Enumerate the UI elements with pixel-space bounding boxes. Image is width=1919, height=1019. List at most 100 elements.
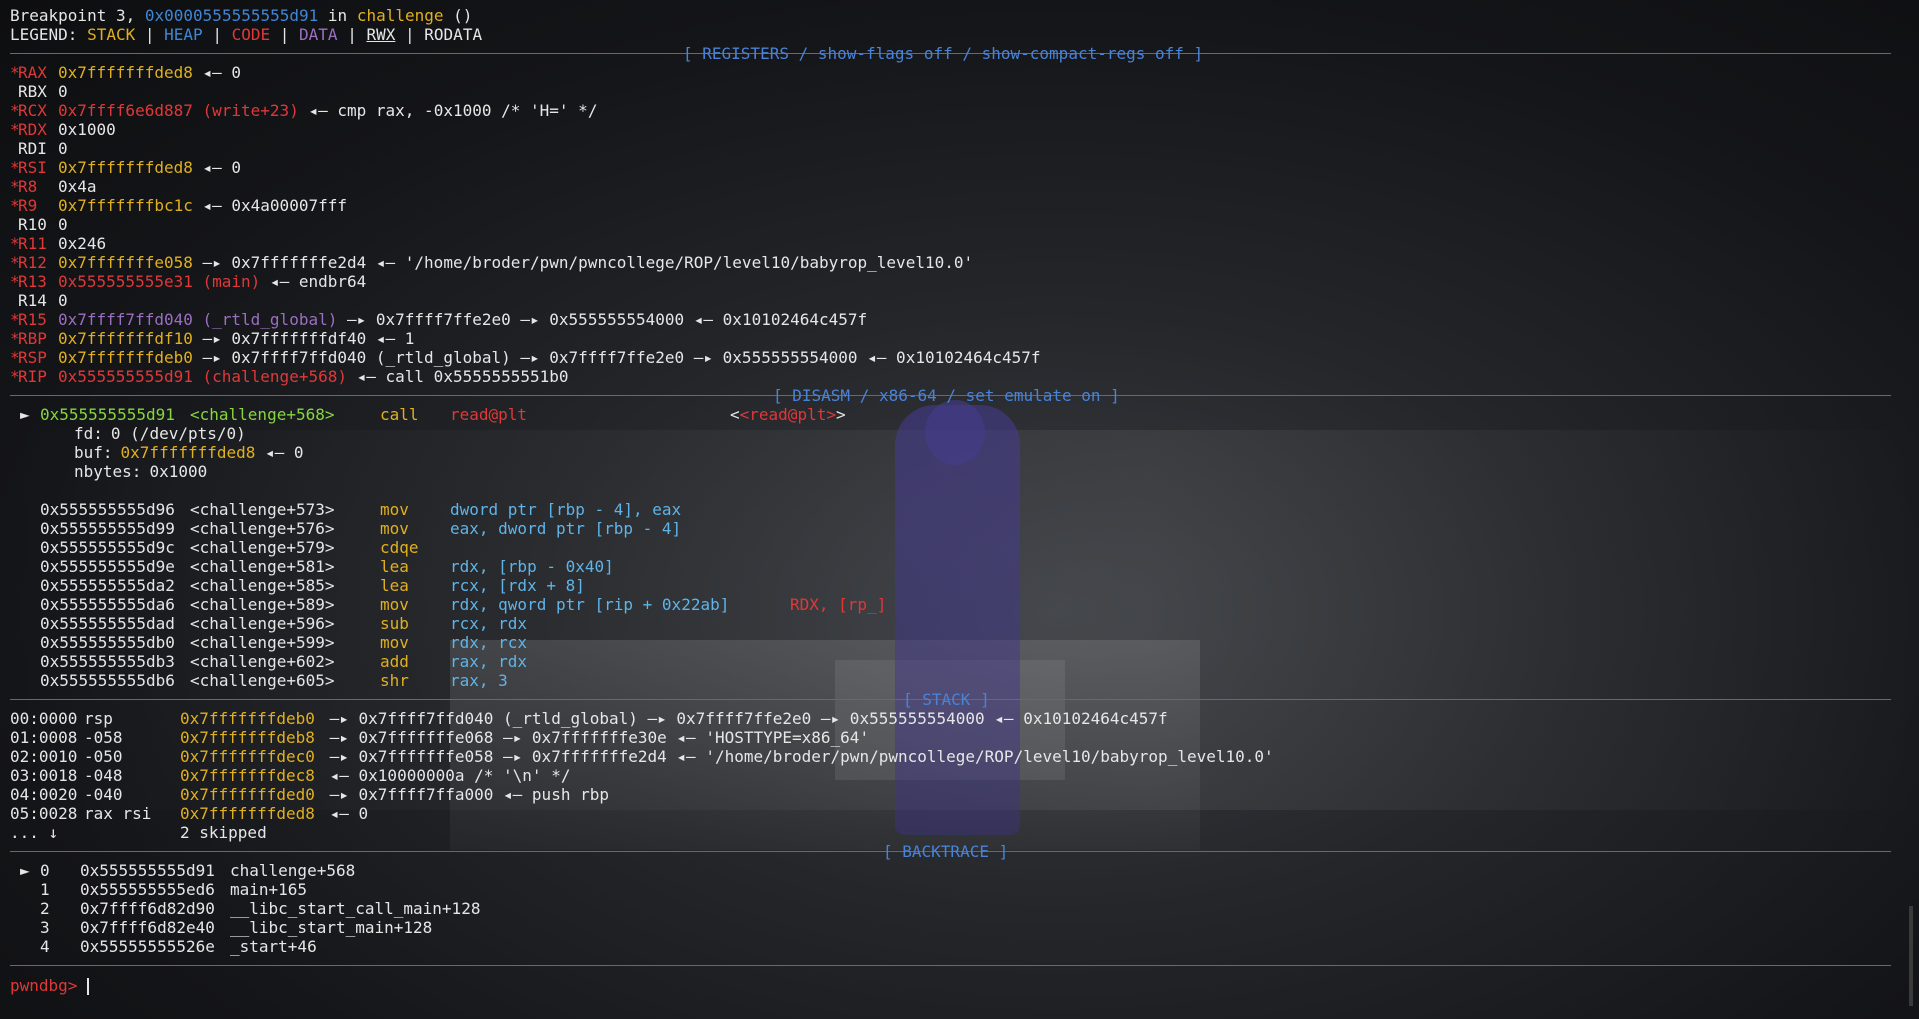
disasm-arg-row: nbytes: 0x1000 [10,462,1891,481]
stack-deref: —▸ 0x7fffffffe058 —▸ 0x7fffffffe2d4 ◂— '… [320,747,1274,766]
backtrace-sym: main+165 [230,880,308,899]
stack-offset: -050 [84,747,123,766]
scrollbar[interactable] [1909,906,1913,1006]
register-name: RSI [18,158,47,177]
stack-index: 04:0020 [10,785,78,804]
stack-index: 01:0008 [10,728,78,747]
disasm-ops: rax, rdx [450,652,528,671]
register-value: 0 [58,82,68,101]
backtrace-num: 2 [40,899,50,918]
disasm-addr: 0x555555555d9e [40,557,175,576]
disasm-arg-value: 0 (/dev/pts/0) [110,424,246,443]
register-name: RCX [18,101,47,120]
disasm-ops: rcx, rdx [450,614,528,633]
disasm-sym: <challenge+596> [190,614,335,633]
register-name: R12 [18,253,47,272]
disasm-ops: eax, dword ptr [rbp - 4] [450,519,682,538]
backtrace-sym: __libc_start_main+128 [230,918,433,937]
disasm-mnem: cdqe [380,538,419,557]
disasm-addr: 0x555555555d96 [40,500,175,519]
register-row: * R11 0x246 [10,234,1891,253]
disasm-current-sym: <challenge+568> [190,405,335,424]
register-name: RSP [18,348,47,367]
register-name: RIP [18,367,47,386]
register-value: 0x246 [58,234,107,253]
stack-deref: —▸ 0x7ffff7ffd040 (_rtld_global) —▸ 0x7f… [320,709,1168,728]
disasm-arg-name: nbytes: [74,462,142,481]
stack-row: 04:0020 -040 0x7fffffffded0 —▸ 0x7ffff7ffa… [10,785,1891,804]
disasm-arg-name: fd: [74,424,103,443]
disasm-rows: 0x555555555d96 <challenge+573> mov dword pt… [10,500,1891,690]
register-row: * RIP 0x555555555d91 (challenge+568) ◂— ca… [10,367,1891,386]
register-row: RDI 0 [10,139,1891,158]
disasm-sym: <challenge+599> [190,633,335,652]
disasm-arg-row: buf: 0x7fffffffded8 ◂— 0 [10,443,1891,462]
backtrace-sym: _start+46 [230,937,317,956]
register-name: R9 [18,196,38,215]
backtrace-addr: 0x555555555ed6 [80,880,215,899]
stack-deref: —▸ 0x7ffff7ffa000 ◂— push rbp [320,785,609,804]
backtrace-mark [20,918,30,937]
current-arrow-icon: ► [20,405,30,424]
register-value: 0 [58,215,68,234]
disasm-mnem: mov [380,519,409,538]
disasm-arg-value: 0x1000 [149,462,208,481]
disasm-current-mnem: call [380,405,419,424]
stack-separator: [ STACK ] [10,690,1891,709]
legend-heap: HEAP [164,25,203,44]
register-row: R14 0 [10,291,1891,310]
stack-addr: 0x7fffffffdec8 [180,766,315,785]
backtrace-num: 1 [40,880,50,899]
disasm-extra: RDX, [rp_] [790,595,887,614]
register-row: * RDX 0x1000 [10,120,1891,139]
disasm-arg-deref: ◂— 0 [255,443,304,462]
disasm-args: fd: 0 (/dev/pts/0) buf: 0x7fffffffded8 ◂— 0… [10,424,1891,481]
backtrace-row: ► 0 0x555555555d91 challenge+568 [10,861,1891,880]
backtrace-num: 4 [40,937,50,956]
disasm-sym: <challenge+589> [190,595,335,614]
stack-offset: -058 [84,728,123,747]
disasm-addr: 0x555555555da6 [40,595,175,614]
prompt-line[interactable]: pwndbg> [10,976,1891,995]
breakpoint-line: Breakpoint 3, 0x0000555555555d91 in chal… [10,6,1891,25]
register-row: * RSI 0x7fffffffded8 ◂— 0 [10,158,1891,177]
register-row: * RBP 0x7fffffffdf10 —▸ 0x7fffffffdf40 ◂— … [10,329,1891,348]
register-row: * RAX 0x7fffffffded8 ◂— 0 [10,63,1891,82]
register-value: 0x4a [58,177,97,196]
stack-index: 02:0010 [10,747,78,766]
stack-index: 03:0018 [10,766,78,785]
stack-offset: -040 [84,785,123,804]
terminal[interactable]: Breakpoint 3, 0x0000555555555d91 in chal… [10,6,1891,995]
registers-title: [ REGISTERS / show-flags off / show-comp… [683,44,1204,63]
disasm-sym: <challenge+581> [190,557,335,576]
breakpoint-in: in [327,6,348,25]
stack-deref: ◂— 0x10000000a /* '\n' */ [320,766,571,785]
backtrace-row: 1 0x555555555ed6 main+165 [10,880,1891,899]
breakpoint-prefix: Breakpoint 3, [10,6,136,25]
registers-panel: * RAX 0x7fffffffded8 ◂— 0 RBX 0 * RCX 0x7ffff6… [10,63,1891,386]
register-deref: —▸ 0x7fffffffe2d4 ◂— '/home/broder/pwn/p… [192,253,974,272]
disasm-row: 0x555555555d96 <challenge+573> mov dword pt… [10,500,1891,519]
stack-deref: ◂— 0 [320,804,369,823]
backtrace-addr: 0x7ffff6d82e40 [80,918,215,937]
disasm-ops: rdx, qword ptr [rip + 0x22ab] [450,595,730,614]
stack-skip-row: ... ↓ 2 skipped [10,823,1891,842]
register-row: * R15 0x7ffff7ffd040 (_rtld_global) —▸ 0x7… [10,310,1891,329]
disasm-mnem: add [380,652,409,671]
stack-row: 00:0000 rsp 0x7fffffffdeb0 —▸ 0x7ffff7ffd0… [10,709,1891,728]
register-name: R10 [18,215,47,234]
stack-skip-dots: ... ↓ [10,823,59,842]
legend-stack: STACK [87,25,136,44]
cursor[interactable] [87,978,90,995]
backtrace-addr: 0x55555555526e [80,937,215,956]
backtrace-num: 3 [40,918,50,937]
backtrace-row: 4 0x55555555526e _start+46 [10,937,1891,956]
disasm-mnem: lea [380,576,409,595]
disasm-ops: rdx, [rbp - 0x40] [450,557,614,576]
register-name: RBX [18,82,47,101]
stack-addr: 0x7fffffffdec0 [180,747,315,766]
disasm-current-addr: 0x555555555d91 [40,405,175,424]
breakpoint-addr: 0x0000555555555d91 [144,6,319,25]
disasm-sym: <challenge+576> [190,519,335,538]
disasm-sym: <challenge+579> [190,538,335,557]
